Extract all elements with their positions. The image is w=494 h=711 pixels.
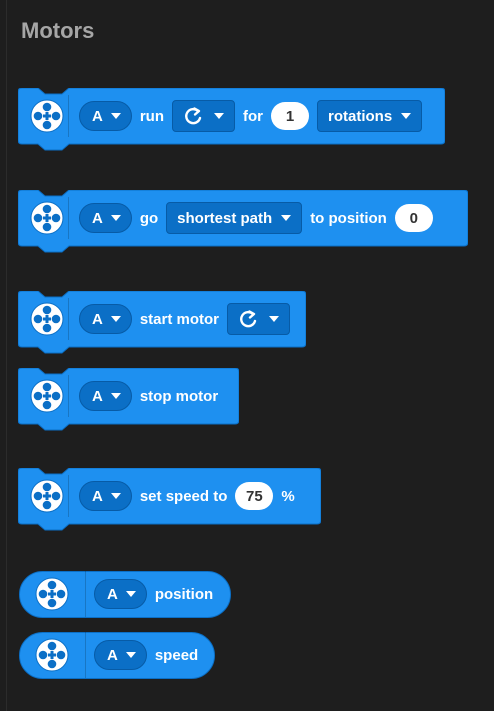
motor-run-for-block[interactable]: A run for 1 rotations (18, 88, 445, 152)
palette-edge (6, 0, 7, 711)
position-input[interactable]: 0 (394, 204, 433, 232)
chevron-down-icon (125, 652, 136, 658)
block-label: for (243, 107, 264, 125)
port-dropdown[interactable]: A (79, 101, 132, 131)
block-label: to position (310, 209, 387, 227)
speed-input[interactable]: 75 (235, 482, 274, 510)
port-value: A (92, 107, 103, 125)
port-dropdown[interactable]: A (79, 481, 132, 511)
unit-dropdown[interactable]: rotations (317, 100, 423, 132)
chevron-down-icon (110, 113, 121, 119)
motor-stop-block[interactable]: A stop motor (18, 368, 239, 432)
port-dropdown[interactable]: A (79, 203, 132, 233)
block-label: set speed to (139, 487, 228, 505)
path-value: shortest path (177, 209, 273, 227)
port-value: A (92, 310, 103, 328)
direction-dropdown[interactable] (227, 303, 291, 335)
block-label: run (139, 107, 165, 125)
motor-start-block[interactable]: A start motor (18, 291, 306, 355)
chevron-down-icon (269, 316, 280, 322)
port-value: A (92, 387, 103, 405)
block-label: stop motor (139, 387, 219, 405)
motor-icon (19, 571, 86, 617)
chevron-down-icon (214, 113, 225, 119)
clockwise-arrow-icon (185, 107, 202, 125)
block-label: go (139, 209, 159, 227)
port-dropdown[interactable]: A (79, 304, 132, 334)
port-value: A (92, 487, 103, 505)
chevron-down-icon (110, 316, 121, 322)
unit-label: % (281, 487, 295, 505)
port-value: A (107, 585, 118, 603)
block-label: start motor (139, 310, 220, 328)
motor-set-speed-block[interactable]: A set speed to 75 % (18, 468, 321, 532)
clockwise-arrow-icon (240, 310, 257, 328)
reporter-label: speed (154, 646, 199, 664)
path-dropdown[interactable]: shortest path (166, 202, 303, 234)
reporter-label: position (154, 585, 214, 603)
motor-icon (26, 375, 69, 417)
direction-dropdown[interactable] (172, 100, 236, 132)
motor-go-to-position-block[interactable]: A go shortest path to position 0 (18, 190, 468, 254)
motor-icon (19, 632, 86, 678)
motor-speed-reporter[interactable]: A speed (19, 632, 215, 680)
chevron-down-icon (110, 215, 121, 221)
port-dropdown[interactable]: A (94, 579, 147, 609)
port-value: A (107, 646, 118, 664)
motor-icon (26, 95, 69, 137)
chevron-down-icon (110, 493, 121, 499)
motor-icon (26, 197, 69, 239)
motor-icon (26, 475, 69, 517)
rotations-input[interactable]: 1 (271, 102, 310, 130)
motor-position-reporter[interactable]: A position (19, 571, 231, 619)
motor-icon (26, 298, 69, 340)
port-dropdown[interactable]: A (94, 640, 147, 670)
port-value: A (92, 209, 103, 227)
chevron-down-icon (125, 591, 136, 597)
category-heading: Motors (21, 18, 95, 43)
chevron-down-icon (401, 113, 412, 119)
chevron-down-icon (281, 215, 292, 221)
port-dropdown[interactable]: A (79, 381, 132, 411)
unit-value: rotations (328, 107, 393, 125)
chevron-down-icon (110, 393, 121, 399)
